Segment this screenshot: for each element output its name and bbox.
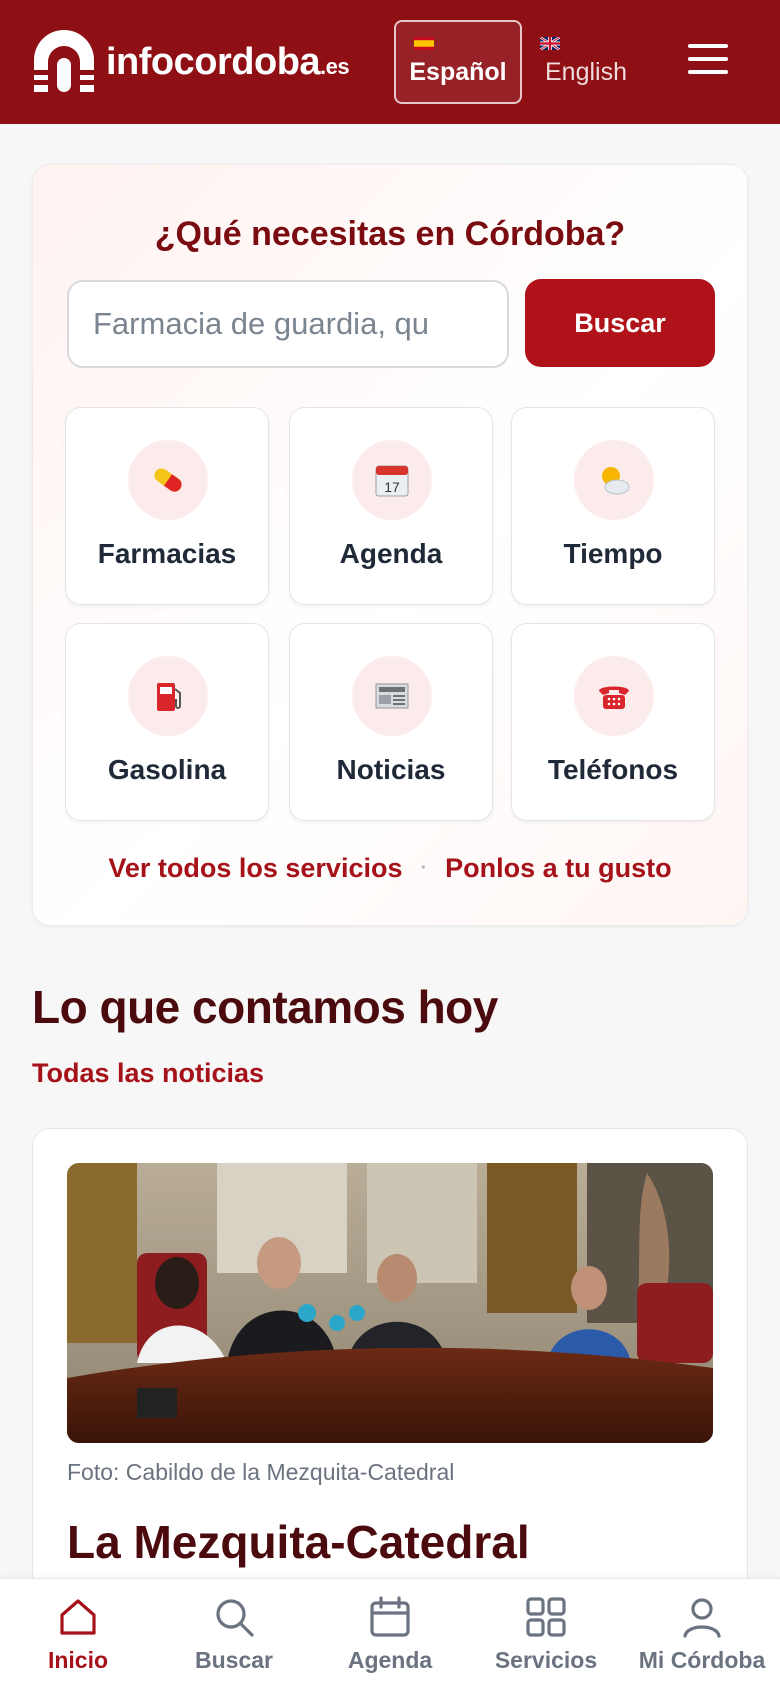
service-tile-label: Gasolina	[107, 754, 227, 785]
svg-text:17: 17	[384, 479, 400, 495]
press-conference-image	[67, 1163, 713, 1443]
language-spanish-button[interactable]: Español	[394, 20, 522, 104]
nav-label: Inicio	[47, 1647, 109, 1673]
service-tile-label: Agenda	[339, 538, 443, 569]
home-icon	[60, 1599, 96, 1635]
telephone-icon	[574, 656, 654, 736]
nav-label: Mi Córdoba	[638, 1647, 766, 1673]
all-services-link[interactable]: Ver todos los servicios	[108, 853, 402, 884]
language-english-button[interactable]: English	[522, 20, 650, 104]
news-section-heading: Lo que contamos hoy	[32, 981, 498, 1033]
service-links: Ver todos los servicios · Ponlos a tu gu…	[33, 853, 747, 884]
sun-cloud-icon	[574, 440, 654, 520]
newspaper-icon	[352, 656, 432, 736]
bottom-navigation: Inicio Buscar Agenda Servicios Mi Córdob…	[0, 1578, 780, 1688]
nav-item-buscar[interactable]: Buscar	[156, 1579, 312, 1688]
site-logo[interactable]: infocordoba.es	[30, 30, 350, 94]
news-photo[interactable]	[67, 1163, 713, 1443]
search-input[interactable]	[67, 280, 509, 368]
service-tile-noticias[interactable]: Noticias	[289, 623, 493, 821]
calendar-icon: 17	[352, 440, 432, 520]
fuel-pump-icon	[128, 656, 208, 736]
nav-item-agenda[interactable]: Agenda	[312, 1579, 468, 1688]
logo-text: infocordoba.es	[106, 40, 350, 83]
spain-flag-icon	[414, 37, 434, 50]
service-tile-label: Tiempo	[563, 538, 663, 569]
language-label: Español	[409, 58, 507, 86]
service-tile-agenda[interactable]: 17 Agenda	[289, 407, 493, 605]
app-header: infocordoba.es Español English	[0, 0, 780, 124]
nav-item-inicio[interactable]: Inicio	[0, 1579, 156, 1688]
service-tile-label: Noticias	[336, 754, 446, 785]
nav-label: Servicios	[494, 1647, 598, 1673]
logo-arch-icon	[34, 30, 94, 92]
pill-icon	[128, 440, 208, 520]
grid-icon	[526, 1597, 566, 1637]
all-news-link[interactable]: Todas las noticias	[32, 1058, 264, 1089]
customize-services-link[interactable]: Ponlos a tu gusto	[445, 853, 672, 884]
search-title: ¿Qué necesitas en Córdoba?	[154, 215, 626, 253]
hamburger-menu-icon[interactable]	[688, 44, 728, 76]
service-tile-telefonos[interactable]: Teléfonos	[511, 623, 715, 821]
service-tile-tiempo[interactable]: Tiempo	[511, 407, 715, 605]
service-tile-gasolina[interactable]: Gasolina	[65, 623, 269, 821]
service-tile-label: Farmacias	[97, 538, 237, 569]
search-card: ¿Qué necesitas en Córdoba? Buscar Farmac…	[32, 164, 748, 926]
service-tile-farmacias[interactable]: Farmacias	[65, 407, 269, 605]
uk-flag-icon	[540, 37, 560, 50]
links-separator: ·	[420, 857, 428, 879]
photo-caption: Foto: Cabildo de la Mezquita-Catedral	[67, 1459, 455, 1485]
calendar-icon	[370, 1596, 410, 1637]
nav-item-mi-cordoba[interactable]: Mi Córdoba	[624, 1579, 780, 1688]
service-tile-label: Teléfonos	[547, 754, 679, 785]
search-icon	[216, 1599, 254, 1637]
nav-label: Agenda	[347, 1647, 433, 1673]
nav-item-servicios[interactable]: Servicios	[468, 1579, 624, 1688]
user-icon	[683, 1598, 721, 1638]
language-label: English	[545, 58, 627, 86]
nav-label: Buscar	[195, 1647, 273, 1673]
article-title[interactable]: La Mezquita-Catedral	[67, 1515, 530, 1569]
search-button[interactable]: Buscar	[525, 279, 715, 367]
